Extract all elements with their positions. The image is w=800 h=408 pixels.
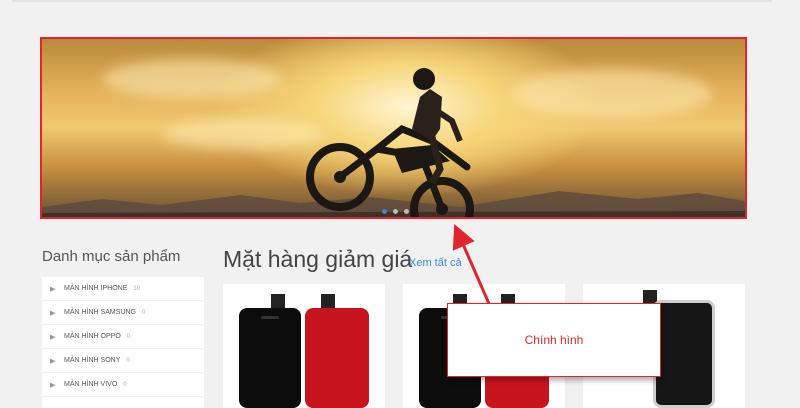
hero-banner[interactable] — [40, 37, 747, 219]
category-item-sony[interactable]: ▶ MÀN HÌNH SONY 0 — [42, 349, 204, 373]
chevron-right-icon: ▶ — [50, 357, 56, 365]
category-label: MÀN HÌNH SAMSUNG — [64, 309, 136, 316]
product-flex-cable — [321, 294, 335, 308]
category-item-samsung[interactable]: ▶ MÀN HÌNH SAMSUNG 0 — [42, 301, 204, 325]
category-count: 0 — [126, 357, 130, 364]
banner-cloud — [512, 69, 712, 119]
category-count: 0 — [126, 333, 131, 340]
category-list: ▶ MÀN HÌNH IPHONE 10 ▶ MÀN HÌNH SAMSUNG … — [42, 277, 204, 408]
category-count: 0 — [123, 381, 127, 388]
category-label: MÀN HÌNH IPHONE — [64, 285, 128, 292]
chevron-right-icon: ▶ — [50, 333, 56, 341]
page: Danh mục sản phẩm ▶ MÀN HÌNH IPHONE 10 ▶… — [0, 0, 800, 408]
category-item-iphone[interactable]: ▶ MÀN HÌNH IPHONE 10 — [42, 277, 204, 301]
category-label: MÀN HÌNH SONY — [64, 357, 121, 364]
product-flex-cable — [271, 294, 285, 308]
slider-dots — [382, 209, 409, 214]
category-heading: Danh mục sản phẩm — [42, 248, 181, 265]
product-image-screen-black — [239, 308, 301, 408]
category-count: 10 — [133, 285, 141, 292]
product-card[interactable] — [223, 284, 385, 408]
slider-dot[interactable] — [404, 209, 409, 214]
product-image-screen-back — [305, 308, 369, 408]
chevron-right-icon: ▶ — [50, 285, 56, 293]
banner-cloud — [102, 59, 282, 99]
category-item-more[interactable] — [42, 397, 204, 408]
category-label: MÀN HÌNH OPPO — [64, 333, 121, 340]
section-title: Mặt hàng giảm giá — [223, 246, 413, 272]
product-image-screen-white — [653, 300, 715, 408]
callout-label: Chính hình — [524, 333, 584, 347]
motocross-rider-image — [306, 68, 474, 217]
slider-dot[interactable] — [393, 209, 398, 214]
slider-dot[interactable] — [382, 209, 387, 214]
category-item-vivo[interactable]: ▶ MÀN HÌNH VIVO 0 — [42, 373, 204, 397]
chevron-right-icon: ▶ — [50, 381, 56, 389]
category-count: 0 — [141, 309, 146, 316]
see-all-link[interactable]: Xem tất cả — [409, 257, 462, 269]
header-strip — [12, 0, 772, 2]
annotation-callout: Chính hình — [447, 303, 661, 377]
category-label: MÀN HÌNH VIVO — [64, 381, 118, 388]
category-item-oppo[interactable]: ▶ MÀN HÌNH OPPO 0 — [42, 325, 204, 349]
chevron-right-icon: ▶ — [50, 309, 56, 317]
